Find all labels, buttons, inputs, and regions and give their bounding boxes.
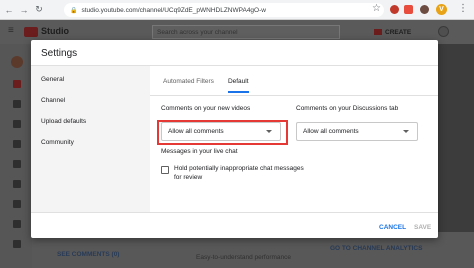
settings-nav: General Channel Upload defaults Communit… — [31, 66, 150, 212]
community-tabs: Automated Filters Default — [163, 78, 249, 93]
create-label: CREATE — [385, 28, 412, 36]
see-comments-link[interactable]: SEE COMMENTS (0) — [57, 251, 119, 258]
browser-menu-icon[interactable]: ⋮ — [458, 3, 468, 14]
save-button[interactable]: SAVE — [414, 224, 431, 231]
tabs-divider — [150, 95, 438, 96]
hold-messages-label: Hold potentially inappropriate chat mess… — [174, 165, 304, 181]
nav-item-channel[interactable]: Channel — [41, 97, 65, 104]
menu-icon[interactable]: ≡ — [8, 26, 18, 36]
settings-icon[interactable] — [13, 220, 21, 228]
address-bar[interactable]: 🔒 studio.youtube.com/channel/UCq9ZdE_pWN… — [64, 3, 384, 17]
create-button[interactable]: CREATE — [374, 26, 411, 38]
playlists-icon[interactable] — [13, 120, 21, 128]
monetization-icon[interactable] — [13, 200, 21, 208]
feedback-icon[interactable] — [13, 240, 21, 248]
reload-icon[interactable]: ↻ — [33, 3, 45, 17]
subtitles-icon[interactable] — [13, 180, 21, 188]
camera-icon — [374, 29, 382, 35]
url-text: studio.youtube.com/channel/UCq9ZdE_pWNHD… — [81, 6, 266, 14]
channel-avatar — [11, 56, 23, 68]
discussions-label: Comments on your Discussions tab — [296, 105, 399, 112]
studio-sidebar — [0, 44, 32, 268]
extension-icon[interactable] — [390, 5, 399, 14]
dashboard-icon[interactable] — [13, 80, 21, 88]
nav-item-community[interactable]: Community — [41, 139, 74, 146]
bookmark-star-icon[interactable]: ☆ — [372, 3, 381, 14]
analytics-icon[interactable] — [13, 140, 21, 148]
footer-divider — [31, 212, 438, 213]
discussions-comments-select[interactable]: Allow all comments — [296, 122, 418, 141]
forward-icon[interactable]: → — [18, 3, 30, 17]
profile-avatar[interactable]: V — [436, 4, 447, 15]
hold-messages-checkbox[interactable] — [161, 166, 169, 174]
discussions-select-value: Allow all comments — [303, 128, 359, 135]
comments-icon[interactable] — [13, 160, 21, 168]
account-avatar[interactable] — [438, 26, 449, 37]
dialog-title: Settings — [41, 48, 78, 59]
studio-brand: Studio — [41, 26, 69, 36]
nav-item-upload-defaults[interactable]: Upload defaults — [41, 118, 86, 125]
tab-automated-filters[interactable]: Automated Filters — [163, 78, 214, 93]
search-input[interactable]: Search across your channel — [152, 25, 340, 39]
youtube-logo-icon — [24, 27, 38, 37]
nav-item-general[interactable]: General — [41, 76, 64, 83]
back-icon[interactable]: ← — [3, 3, 15, 17]
cancel-button[interactable]: CANCEL — [379, 224, 406, 231]
chevron-down-icon — [403, 130, 409, 133]
highlight-box — [157, 120, 288, 145]
extension-icon[interactable] — [420, 5, 429, 14]
search-placeholder: Search across your channel — [157, 28, 238, 36]
content-icon[interactable] — [13, 100, 21, 108]
tab-default[interactable]: Default — [227, 78, 249, 93]
live-chat-label: Messages in your live chat — [161, 148, 238, 155]
channel-analytics-link[interactable]: GO TO CHANNEL ANALYTICS — [330, 245, 422, 252]
lock-icon: 🔒 — [70, 7, 78, 14]
new-videos-label: Comments on your new videos — [161, 105, 251, 112]
extension-icon[interactable] — [404, 5, 413, 14]
background-hint: Easy-to-understand performance — [196, 254, 292, 261]
